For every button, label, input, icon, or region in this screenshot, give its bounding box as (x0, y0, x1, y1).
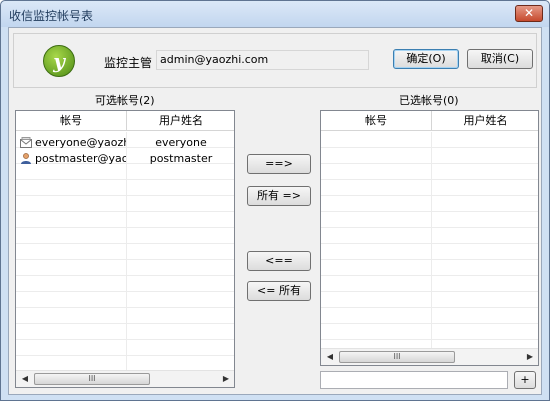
selected-accounts-list[interactable]: 帐号 用户姓名 ◀ III ▶ (320, 110, 539, 366)
dialog-window: 收信监控帐号表 ✕ y 监控主管 admin@yaozhi.com 确定(O) … (0, 0, 550, 401)
available-accounts-list[interactable]: 帐号 用户姓名 everyone@yaozhi... everyone p (15, 110, 235, 388)
add-selected-button[interactable]: ==> (247, 154, 311, 174)
horizontal-scrollbar[interactable]: ◀ III ▶ (16, 370, 234, 387)
monitor-supervisor-field: admin@yaozhi.com (156, 50, 369, 70)
add-account-button[interactable]: + (514, 371, 536, 389)
grid-lines (321, 132, 538, 348)
scroll-left-icon[interactable]: ◀ (322, 349, 338, 365)
ok-button[interactable]: 确定(O) (393, 49, 459, 69)
close-icon: ✕ (523, 6, 535, 20)
account-cell: postmaster@yaoz... (35, 152, 126, 165)
scroll-right-icon[interactable]: ▶ (522, 349, 538, 365)
add-all-button[interactable]: 所有 => (247, 186, 311, 206)
user-icon (20, 153, 32, 164)
title-bar[interactable]: 收信监控帐号表 ✕ (1, 1, 549, 27)
username-cell: everyone (155, 136, 207, 149)
app-logo-icon: y (43, 45, 75, 77)
grid-column-line (431, 132, 432, 348)
scroll-left-icon[interactable]: ◀ (17, 371, 33, 387)
scroll-thumb[interactable]: III (339, 351, 455, 363)
column-header-account[interactable]: 帐号 (321, 111, 431, 131)
account-cell: everyone@yaozhi... (35, 136, 126, 149)
remove-selected-button[interactable]: <== (247, 251, 311, 271)
remove-all-button[interactable]: <= 所有 (247, 281, 311, 301)
available-accounts-label: 可选帐号(2) (95, 94, 155, 107)
list-header: 帐号 用户姓名 (16, 111, 234, 131)
grid-lines (16, 132, 234, 370)
dialog-client: y 监控主管 admin@yaozhi.com 确定(O) 取消(C) 可选帐号… (8, 27, 542, 395)
table-row[interactable]: postmaster@yaoz... postmaster (16, 151, 234, 167)
monitor-panel: y 监控主管 admin@yaozhi.com 确定(O) 取消(C) (13, 33, 537, 88)
column-header-account[interactable]: 帐号 (16, 111, 126, 131)
close-button[interactable]: ✕ (515, 5, 543, 22)
horizontal-scrollbar[interactable]: ◀ III ▶ (321, 348, 538, 365)
column-header-username[interactable]: 用户姓名 (432, 111, 538, 131)
list-header: 帐号 用户姓名 (321, 111, 538, 131)
table-row[interactable]: everyone@yaozhi... everyone (16, 135, 234, 151)
scroll-right-icon[interactable]: ▶ (218, 371, 234, 387)
group-mail-icon (20, 137, 32, 148)
username-cell: postmaster (149, 152, 213, 165)
account-input[interactable] (320, 371, 508, 389)
selected-accounts-label: 已选帐号(0) (399, 94, 459, 107)
window-title: 收信监控帐号表 (9, 9, 94, 23)
column-header-username[interactable]: 用户姓名 (127, 111, 234, 131)
cancel-button[interactable]: 取消(C) (467, 49, 533, 69)
grid-column-line (126, 132, 127, 370)
monitor-supervisor-label: 监控主管 (104, 56, 153, 70)
scroll-thumb[interactable]: III (34, 373, 150, 385)
